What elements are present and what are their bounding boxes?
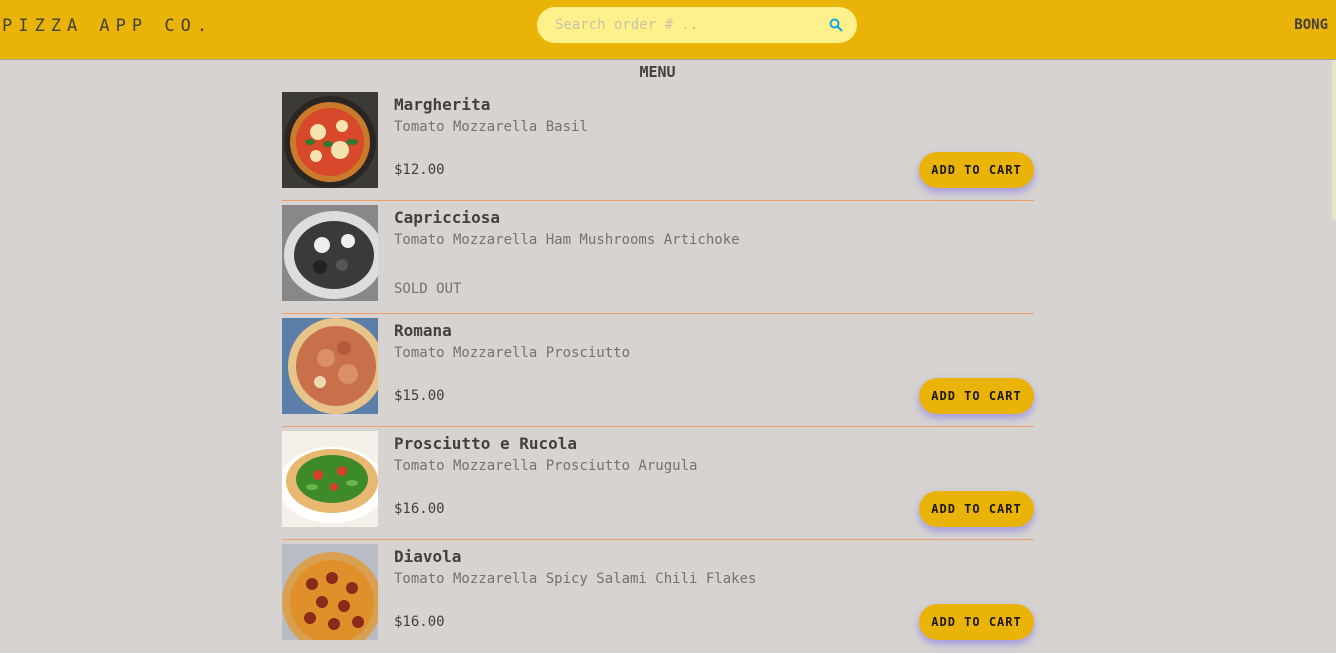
pizza-ingredients: Tomato Mozzarella Prosciutto [394,345,631,361]
search-input[interactable] [553,16,829,34]
pizza-ingredients: Tomato Mozzarella Ham Mushrooms Artichok… [394,232,740,248]
pizza-image [282,92,378,188]
username: BONG [1294,17,1328,33]
pizza-name: Margherita [394,95,491,114]
menu-item: Prosciutto e Rucola Tomato Mozzarella Pr… [282,427,1034,540]
app-header: PIZZA APP CO. BONG [0,0,1336,60]
pizza-ingredients: Tomato Mozzarella Prosciutto Arugula [394,458,698,474]
sold-out-label: SOLD OUT [394,281,462,297]
pizza-price: $16.00 [394,501,445,517]
menu-list: Margherita Tomato Mozzarella Basil $12.0… [282,88,1034,653]
menu-item: Capricciosa Tomato Mozzarella Ham Mushro… [282,201,1034,314]
pizza-image [282,318,378,414]
pizza-name: Diavola [394,547,462,566]
pizza-price: $15.00 [394,388,445,404]
pizza-image [282,544,378,640]
menu-item: Romana Tomato Mozzarella Prosciutto $15.… [282,314,1034,427]
pizza-ingredients: Tomato Mozzarella Basil [394,119,588,135]
pizza-name: Capricciosa [394,208,500,227]
pizza-ingredients: Tomato Mozzarella Spicy Salami Chili Fla… [394,571,757,587]
search-icon[interactable] [829,18,843,32]
pizza-price: $16.00 [394,614,445,630]
pizza-name: Romana [394,321,452,340]
pizza-image [282,431,378,527]
pizza-price: $12.00 [394,162,445,178]
menu-title: MENU [639,63,676,81]
pizza-name: Prosciutto e Rucola [394,434,578,453]
brand-logo[interactable]: PIZZA APP CO. [2,16,213,36]
pizza-image [282,205,378,301]
search-bar[interactable] [537,7,857,43]
add-to-cart-button[interactable]: ADD TO CART [919,152,1034,188]
scrollbar[interactable] [1332,60,1336,220]
add-to-cart-button[interactable]: ADD TO CART [919,604,1034,640]
menu-item: Margherita Tomato Mozzarella Basil $12.0… [282,88,1034,201]
add-to-cart-button[interactable]: ADD TO CART [919,491,1034,527]
menu-item: Diavola Tomato Mozzarella Spicy Salami C… [282,540,1034,653]
add-to-cart-button[interactable]: ADD TO CART [919,378,1034,414]
